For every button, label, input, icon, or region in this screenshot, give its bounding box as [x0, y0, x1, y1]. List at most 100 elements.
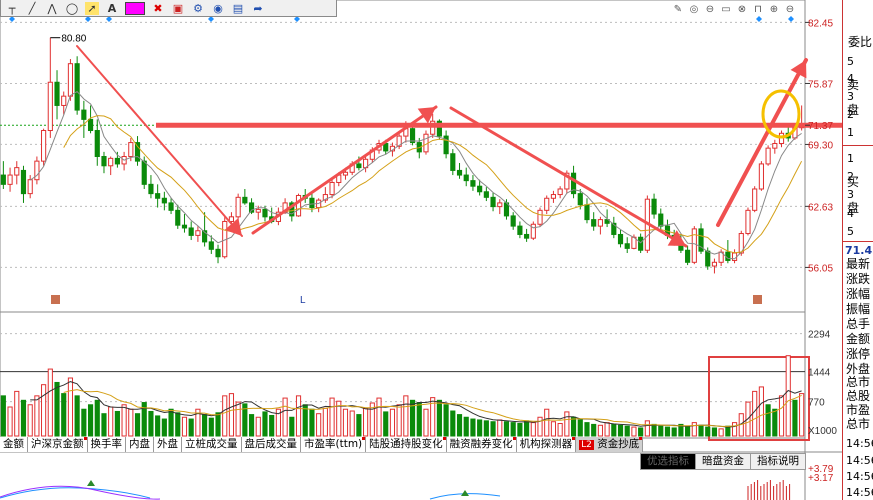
indicator-tabs: 金额 沪深京金额 换手率 内盘 外盘 立桩成交量 盘后成交量 市盈率(ttm) … [0, 437, 644, 452]
field-latest: 最新 [846, 257, 871, 271]
trade-time: 14:56 [846, 486, 873, 499]
candle-body [41, 130, 47, 162]
volume-bar [54, 381, 60, 437]
tab-institution[interactable]: 机构探测器 [517, 437, 577, 452]
candle-body [617, 233, 624, 245]
price-tick-label: 82.45 [808, 18, 833, 29]
volume-tick-label: 1444 [808, 368, 831, 379]
line-icon[interactable]: ╱ [25, 2, 39, 15]
trade-time: 14:56 [846, 437, 873, 450]
candle-body [168, 202, 174, 211]
volume-bar [61, 393, 67, 437]
candle-body [20, 169, 27, 195]
trend-arrow-line [449, 106, 688, 248]
text-icon[interactable]: A [105, 2, 119, 15]
date-flag-marker [753, 295, 762, 304]
stamp-icon[interactable]: ▣ [171, 2, 185, 15]
volume-bar [101, 413, 107, 437]
volume-bar [108, 406, 114, 437]
tab-after-hours-volume[interactable]: 盘后成交量 [242, 437, 301, 452]
close-icon[interactable]: ⊗ [736, 4, 748, 16]
candle-body [685, 249, 691, 263]
subtab-preferred[interactable]: 优选指标 [640, 453, 695, 470]
volume-bar [383, 411, 389, 437]
volume-bar [477, 419, 483, 437]
candle-body [577, 193, 583, 206]
eye-icon[interactable]: ◉ [211, 2, 225, 15]
tab-pile-volume[interactable]: 立桩成交量 [182, 437, 242, 452]
save-icon[interactable]: ▭ [720, 4, 732, 16]
candle-body [450, 153, 456, 171]
volume-bar [530, 422, 536, 437]
chart-frame [0, 0, 806, 439]
candle-body [262, 208, 268, 218]
candle-body [584, 204, 590, 221]
volume-bar [725, 425, 731, 437]
tab-pe-ttm[interactable]: 市盈率(ttm) [301, 437, 367, 452]
lock-icon[interactable]: ⊖ [704, 4, 716, 16]
volume-bar [631, 426, 637, 437]
volume-bar [490, 421, 496, 437]
ruler-icon[interactable]: ┬ [5, 2, 19, 15]
candle-body [74, 63, 80, 111]
delete-icon[interactable]: ✖ [151, 2, 165, 15]
latest-price: 71.45 [845, 244, 873, 257]
save-icon[interactable]: ▤ [231, 2, 245, 15]
zoom-in-icon[interactable]: ⊕ [768, 4, 780, 16]
candle-body [497, 202, 503, 208]
tab-market-amount[interactable]: 沪深京金额 [28, 437, 88, 452]
tab-bottom-fishing[interactable]: L2 资金抄底 [576, 437, 644, 452]
color-swatch[interactable] [125, 1, 145, 15]
wave-icon[interactable]: ⋀ [45, 2, 59, 15]
bid-level-5: 5 [847, 225, 854, 238]
price-tick-label: 69.30 [808, 140, 833, 151]
tab-amount[interactable]: 金额 [0, 437, 28, 452]
circle-icon[interactable]: ◯ [65, 2, 79, 15]
subtab-indicator-help[interactable]: 指标说明 [750, 453, 806, 470]
edit-icon[interactable]: ✎ [672, 4, 684, 16]
unlock-icon[interactable]: ⊓ [752, 4, 764, 16]
volume-bar [255, 416, 261, 437]
zoom-out-icon[interactable]: ⊖ [784, 4, 796, 16]
volume-bar [134, 413, 141, 437]
share-icon[interactable]: ➦ [251, 2, 265, 15]
subtab-dark-funds[interactable]: 暗盘资金 [695, 453, 750, 470]
candle-body [517, 225, 523, 235]
tab-inner[interactable]: 内盘 [126, 437, 154, 452]
volume-bar [785, 355, 791, 437]
volume-bar [228, 393, 235, 437]
tab-margin[interactable]: 融资融券变化 [447, 437, 517, 452]
field-change-pct: 涨幅 [846, 287, 871, 301]
trend-arrow-guide [76, 45, 243, 237]
bid-level-4: 4 [847, 207, 854, 220]
volume-bar [235, 401, 241, 437]
down-arrow-marker [87, 480, 95, 486]
volume-bar [765, 404, 771, 437]
field-amplitude: 振幅 [846, 302, 871, 316]
cursor-icon[interactable]: ➚ [85, 1, 99, 15]
volume-bar [604, 422, 610, 437]
trade-time: 14:56 [846, 454, 873, 467]
candle-body [155, 193, 161, 199]
volume-bar [778, 395, 785, 437]
volume-bar [128, 408, 134, 437]
tab-turnover[interactable]: 换手率 [88, 437, 126, 452]
chart-controls: ✎ ◎ ⊖ ▭ ⊗ ⊓ ⊕ ⊖ [672, 4, 796, 16]
tab-outer[interactable]: 外盘 [154, 437, 182, 452]
volume-bar [0, 395, 6, 437]
volume-bar [349, 410, 355, 437]
candle-body [691, 228, 697, 263]
candle-body [61, 95, 67, 106]
volume-bar [208, 417, 214, 437]
candle-body [235, 196, 241, 218]
volume-bar [658, 425, 664, 437]
field-total-shares: 总股 [846, 389, 871, 403]
gear-icon[interactable]: ⚙ [191, 2, 205, 15]
eye-off-icon[interactable]: ◎ [688, 4, 700, 16]
candle-body [67, 63, 74, 97]
tab-northbound[interactable]: 陆股通持股变化 [366, 437, 447, 452]
quote-panel: 委比 5 4 卖 3 盘 2 1 1 2 买 3 盘 4 5 71.45 最新 … [842, 0, 873, 500]
candle-body [175, 209, 181, 226]
volume-bar [202, 414, 208, 437]
volume-bar [503, 421, 510, 437]
